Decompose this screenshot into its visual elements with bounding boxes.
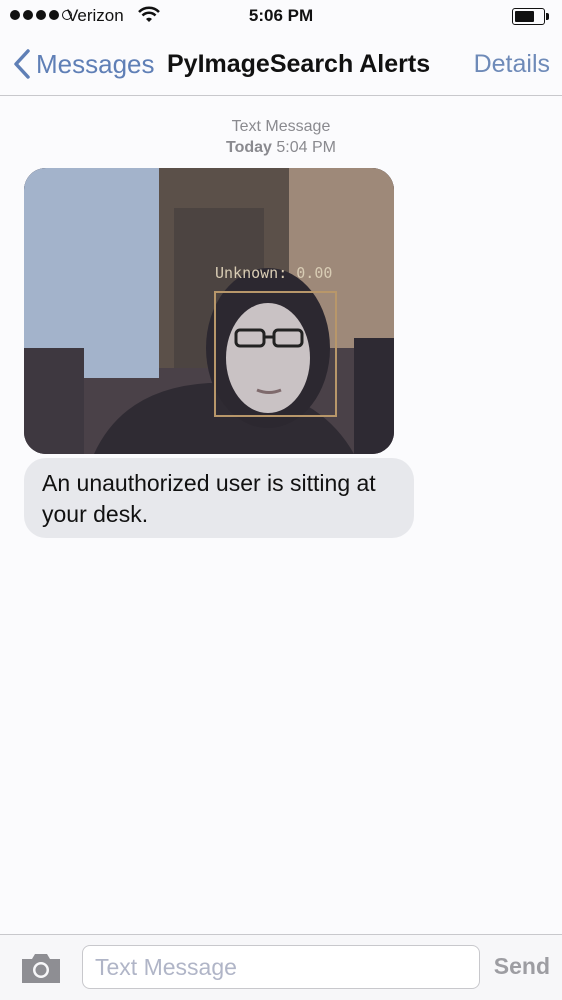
conversation-title: PyImageSearch Alerts xyxy=(167,50,431,78)
nav-bar: Messages PyImageSearch Alerts Details xyxy=(0,34,562,96)
message-input[interactable] xyxy=(82,945,480,989)
chevron-left-icon xyxy=(14,49,30,79)
timestamp-time: 5:04 PM xyxy=(276,139,336,156)
details-button[interactable]: Details xyxy=(474,50,550,79)
message-input-bar: Send xyxy=(0,934,562,1000)
message-timestamp: Text Message Today 5:04 PM xyxy=(0,116,562,158)
camera-icon[interactable] xyxy=(20,951,62,985)
status-bar: Verizon 5:06 PM xyxy=(0,0,562,34)
webcam-photo: Unknown: 0.00 xyxy=(24,168,394,454)
clock: 5:06 PM xyxy=(248,6,314,25)
timestamp-day: Today xyxy=(226,139,272,156)
detection-label: Unknown: 0.00 xyxy=(215,264,332,282)
send-button[interactable]: Send xyxy=(494,953,550,980)
battery-icon xyxy=(512,8,550,25)
back-button[interactable]: Messages xyxy=(10,48,155,80)
message-bubble[interactable]: An unauthorized user is sitting at your … xyxy=(24,458,414,538)
back-button-label: Messages xyxy=(36,48,155,79)
timestamp-label: Text Message xyxy=(231,118,331,135)
photo-message[interactable]: Unknown: 0.00 xyxy=(24,168,394,454)
